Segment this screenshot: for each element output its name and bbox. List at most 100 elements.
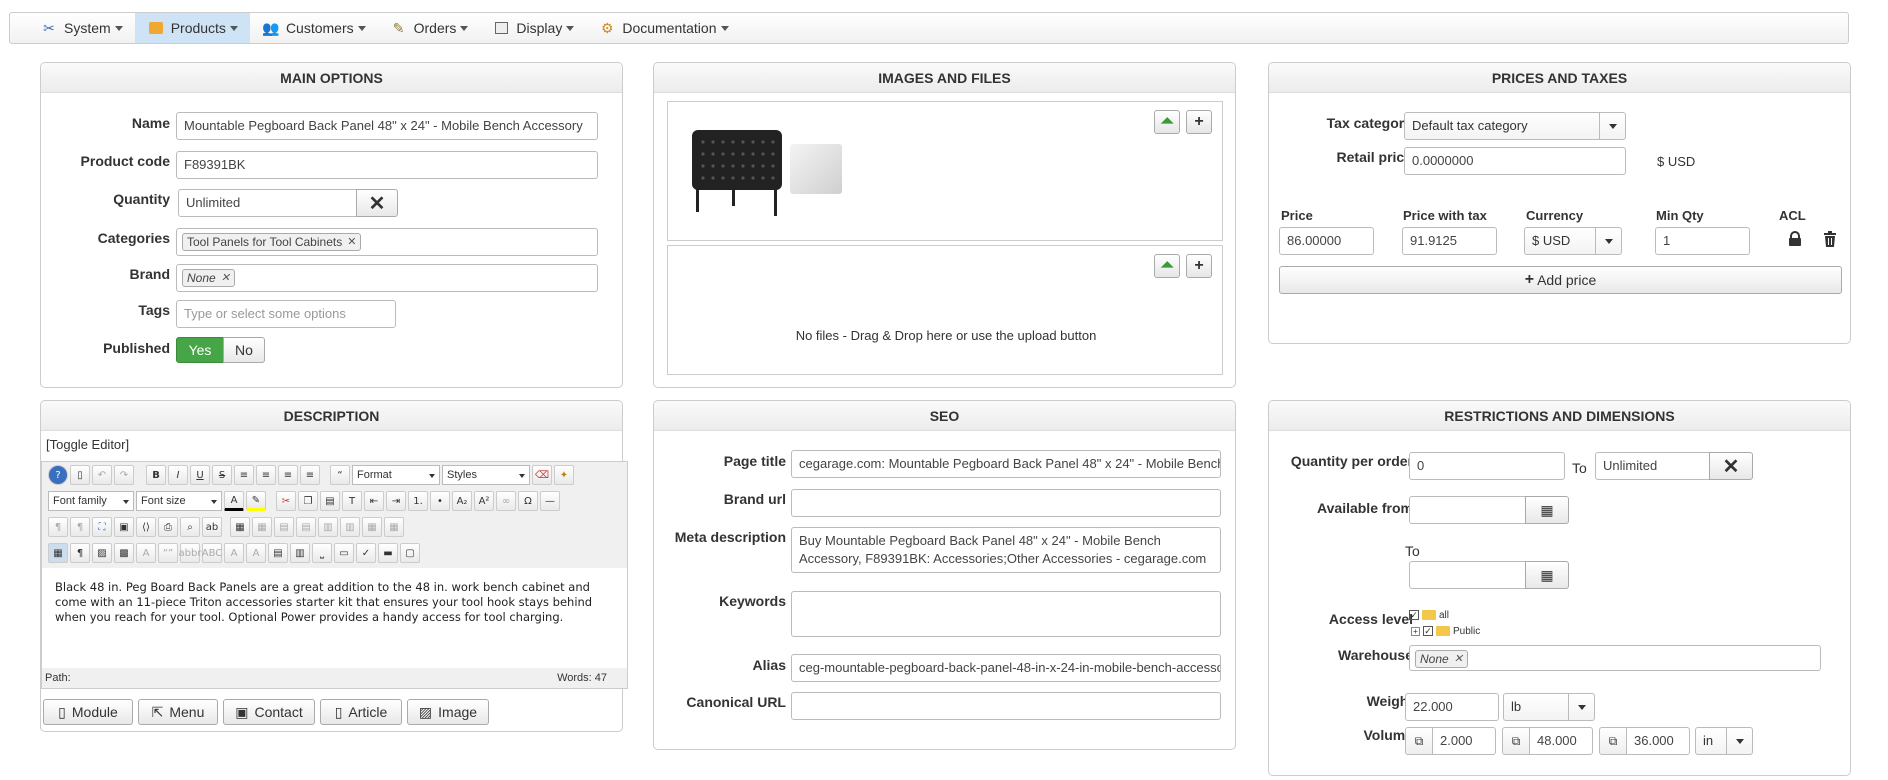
clear-quantity-button[interactable]: ✕ xyxy=(356,189,398,217)
price-input[interactable]: 86.00000 xyxy=(1279,227,1374,255)
show-blocks-icon[interactable]: ¶ xyxy=(70,543,90,563)
template-icon[interactable]: ▣ xyxy=(114,517,134,537)
undo-icon[interactable]: ↶ xyxy=(92,465,112,485)
delete-row-icon[interactable]: ▤ xyxy=(296,517,316,537)
abbr-icon[interactable]: abbr xyxy=(179,543,201,563)
currency-select[interactable]: $ USD xyxy=(1524,227,1622,255)
nav-products[interactable]: Products xyxy=(134,13,250,43)
numbered-list-icon[interactable]: 1. xyxy=(408,491,428,511)
tags-input[interactable]: Type or select some options xyxy=(176,300,396,328)
quantity-per-order-from[interactable]: 0 xyxy=(1409,452,1565,480)
brand-url-input[interactable] xyxy=(791,489,1221,517)
insert-contact-button[interactable]: ▣ Contact xyxy=(223,699,315,725)
help-icon[interactable]: ? xyxy=(48,465,68,485)
tax-category-select[interactable]: Default tax category xyxy=(1404,112,1626,140)
pagebreak-icon[interactable]: ▬ xyxy=(378,543,398,563)
preview-icon[interactable]: ▢ xyxy=(400,543,420,563)
special-char-icon[interactable]: Ω xyxy=(518,491,538,511)
nav-display[interactable]: Display xyxy=(480,13,586,43)
indent-icon[interactable]: ⇥ xyxy=(386,491,406,511)
published-no-button[interactable]: No xyxy=(223,337,265,363)
nav-system[interactable]: ✂ System xyxy=(28,13,135,43)
clear-max-quantity-button[interactable]: ✕ xyxy=(1709,452,1753,480)
align-center-icon[interactable]: ≡ xyxy=(256,465,276,485)
cleanup-icon[interactable]: ✦ xyxy=(554,465,574,485)
price-with-tax-input[interactable]: 91.9125 xyxy=(1402,227,1497,255)
style-props-icon[interactable]: A xyxy=(136,543,156,563)
nav-customers[interactable]: 👥 Customers xyxy=(250,13,378,43)
available-to-calendar-button[interactable]: ▦ xyxy=(1525,561,1569,589)
deletion-icon[interactable]: A xyxy=(224,543,244,563)
alias-input[interactable]: ceg-mountable-pegboard-back-panel-48-in-… xyxy=(791,654,1221,682)
rtl-icon[interactable]: ¶ xyxy=(70,517,90,537)
align-justify-icon[interactable]: ≡ xyxy=(234,465,254,485)
brand-input[interactable]: None ✕ xyxy=(176,264,598,292)
page-title-input[interactable]: cegarage.com: Mountable Pegboard Back Pa… xyxy=(791,450,1221,478)
volume-unit-select[interactable]: in xyxy=(1695,727,1753,755)
find-icon[interactable]: ⌕ xyxy=(180,517,200,537)
strikethrough-icon[interactable]: S xyxy=(212,465,232,485)
upload-image-button[interactable]: ⏶ xyxy=(1154,110,1180,134)
paste-text-icon[interactable]: T xyxy=(342,491,362,511)
file-dropzone[interactable]: ⏶ + No files - Drag & Drop here or use t… xyxy=(667,245,1223,375)
print-icon[interactable]: ⎙ xyxy=(158,517,178,537)
delete-table-icon[interactable]: ▦ xyxy=(252,517,272,537)
underline-icon[interactable]: U xyxy=(190,465,210,485)
min-qty-input[interactable]: 1 xyxy=(1655,227,1750,255)
ltr-icon[interactable]: ¶ xyxy=(48,517,68,537)
attributes-icon[interactable]: ▤ xyxy=(268,543,288,563)
superscript-icon[interactable]: A² xyxy=(474,491,494,511)
keywords-input[interactable] xyxy=(791,591,1221,637)
italic-icon[interactable]: I xyxy=(168,465,188,485)
toggle-editor-link[interactable]: [Toggle Editor] xyxy=(46,437,129,452)
format-select[interactable]: Format xyxy=(352,465,440,485)
font-family-select[interactable]: Font family xyxy=(48,491,134,511)
split-cells-icon[interactable]: ▦ xyxy=(384,517,404,537)
volume-y-input[interactable]: 48.000 xyxy=(1529,727,1593,755)
remove-tag-icon[interactable]: ✕ xyxy=(1454,646,1463,670)
published-yes-button[interactable]: Yes xyxy=(176,337,224,363)
spellcheck-icon[interactable]: ✓ xyxy=(356,543,376,563)
volume-z-input[interactable]: 36.000 xyxy=(1626,727,1690,755)
outdent-icon[interactable]: ⇤ xyxy=(364,491,384,511)
insert-article-button[interactable]: ▯ Article xyxy=(320,699,402,725)
image-insert-icon[interactable]: ▨ xyxy=(92,543,112,563)
retail-price-input[interactable]: 0.0000000 xyxy=(1404,147,1626,175)
code-icon[interactable]: ⟨⟩ xyxy=(136,517,156,537)
insert-menu-button[interactable]: ⇱ Menu xyxy=(138,699,218,725)
visual-aid-icon[interactable]: ▦ xyxy=(48,543,68,563)
highlight-color-icon[interactable]: ✎ xyxy=(246,491,266,511)
paste-icon[interactable]: ▤ xyxy=(320,491,340,511)
meta-description-input[interactable]: Buy Mountable Pegboard Back Panel 48" x … xyxy=(791,527,1221,573)
canonical-url-input[interactable] xyxy=(791,692,1221,720)
redo-icon[interactable]: ↷ xyxy=(114,465,134,485)
trash-icon[interactable] xyxy=(1823,231,1837,247)
weight-unit-select[interactable]: lb xyxy=(1503,693,1595,721)
product-image-thumbnail-2[interactable] xyxy=(790,144,842,194)
remove-tag-icon[interactable]: ✕ xyxy=(221,265,230,291)
quantity-per-order-to[interactable]: Unlimited xyxy=(1595,452,1711,480)
volume-x-input[interactable]: 2.000 xyxy=(1432,727,1496,755)
image-dropzone[interactable]: ⏶ + xyxy=(667,101,1223,241)
nav-orders[interactable]: ✎ Orders xyxy=(378,13,481,43)
insert-col-icon[interactable]: ▥ xyxy=(318,517,338,537)
insert-row-icon[interactable]: ▤ xyxy=(274,517,294,537)
delete-col-icon[interactable]: ▥ xyxy=(340,517,360,537)
add-file-button[interactable]: + xyxy=(1186,254,1212,278)
subscript-icon[interactable]: A₂ xyxy=(452,491,472,511)
editor-content[interactable]: Black 48 in. Peg Board Back Panels are a… xyxy=(42,568,627,668)
embed-icon[interactable]: ▭ xyxy=(334,543,354,563)
nav-documentation[interactable]: ⚙ Documentation xyxy=(586,13,740,43)
media-icon[interactable]: ▩ xyxy=(114,543,134,563)
insert-module-button[interactable]: ▯ Module xyxy=(43,699,133,725)
blockquote-icon[interactable]: “ xyxy=(330,465,350,485)
access-level-public[interactable]: + ✓ Public xyxy=(1411,623,1480,639)
cut-icon[interactable]: ✂ xyxy=(276,491,296,511)
text-color-icon[interactable]: A xyxy=(224,491,244,511)
table-icon[interactable]: ▦ xyxy=(230,517,250,537)
copy-icon[interactable]: ❐ xyxy=(298,491,318,511)
quantity-input[interactable]: Unlimited xyxy=(178,189,358,217)
layer-icon[interactable]: ▥ xyxy=(290,543,310,563)
lock-icon[interactable] xyxy=(1788,231,1802,247)
weight-input[interactable]: 22.000 xyxy=(1405,693,1499,721)
